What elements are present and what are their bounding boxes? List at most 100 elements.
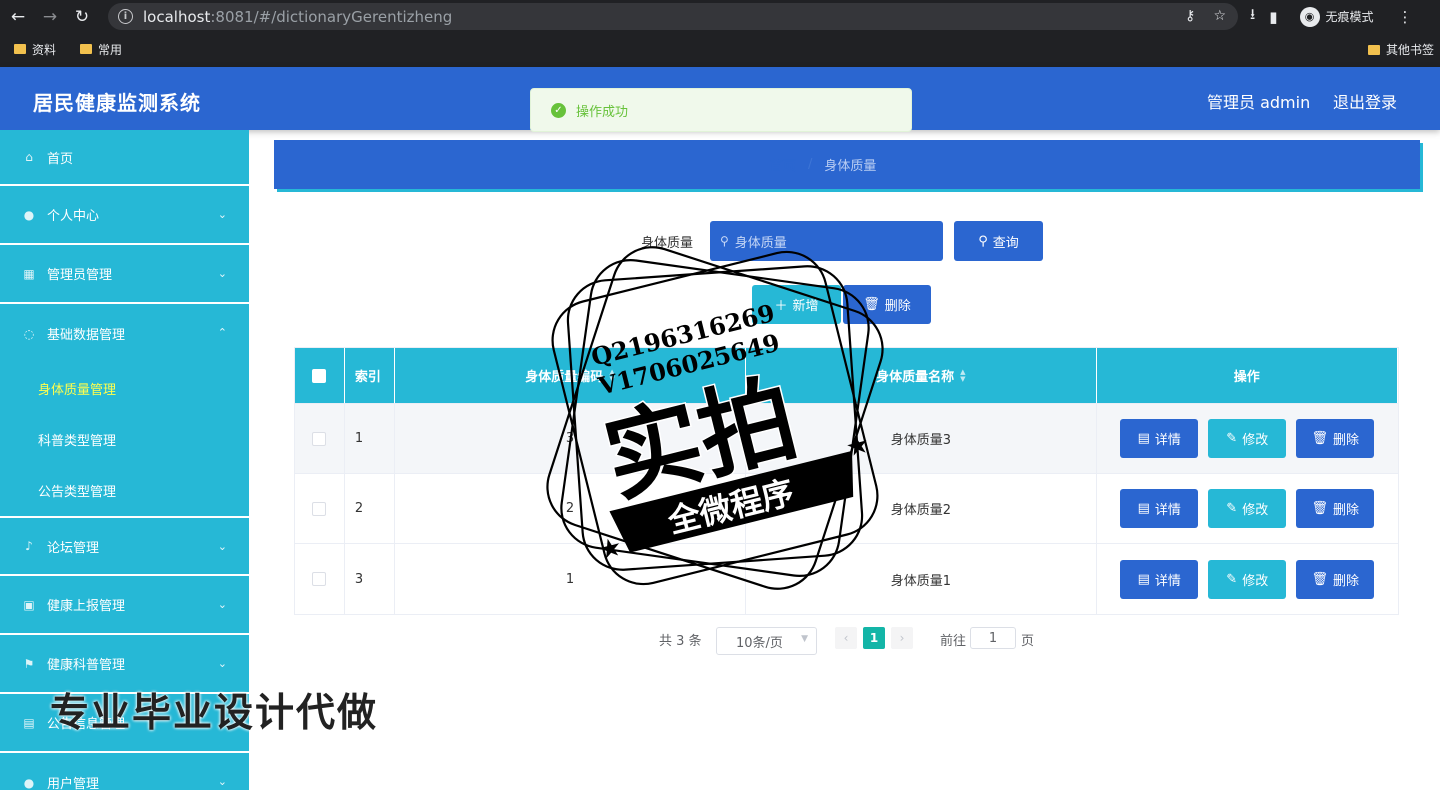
data-icon: ◌ xyxy=(23,326,35,341)
sidebar-subitem-science-type[interactable]: 科普类型管理 xyxy=(0,414,249,465)
sidebar-item-admins[interactable]: ▦ 管理员管理 ⌄ xyxy=(0,245,249,304)
table-row: 3 1 身体质量1 ▤ 详情 ✎ 修改 🗑 删除 xyxy=(295,544,1398,614)
edit-icon: ✎ xyxy=(1226,571,1238,587)
breadcrumb-home[interactable]: 首页 xyxy=(770,155,796,174)
folder-icon xyxy=(1367,44,1380,55)
column-header[interactable]: 身体质量名称 ▲ ▼ xyxy=(746,348,1097,403)
search-input[interactable]: ⚲ 身体质量 xyxy=(710,221,943,261)
bookmark-folder[interactable]: 常用 xyxy=(80,41,122,58)
sidebar-item-home[interactable]: ⌂ 首页 xyxy=(0,130,249,186)
star-icon[interactable]: ☆ xyxy=(1213,8,1226,24)
chevron-down-icon: ⌄ xyxy=(217,208,227,221)
check-icon: ✓ xyxy=(551,102,566,118)
browser-chrome: ← → ↻ i localhost:8081/#/dictionaryGeren… xyxy=(0,0,1440,67)
prev-page-icon[interactable]: ‹ xyxy=(835,627,857,649)
row-checkbox[interactable] xyxy=(312,431,327,446)
sidebar-item-users[interactable]: ● 用户管理 ⌄ xyxy=(0,753,249,812)
trash-icon: 🗑 xyxy=(1311,501,1329,516)
chevron-down-icon: ⌄ xyxy=(217,598,227,611)
goto-label: 前往 xyxy=(940,634,967,649)
flag-icon: ⚑ xyxy=(23,656,35,671)
menu-icon[interactable]: ⋮ xyxy=(1398,8,1413,26)
delete-button[interactable]: 🗑 删除 xyxy=(1296,489,1375,528)
column-header[interactable]: 身体质量编码 ▲ ▼ xyxy=(395,348,747,403)
success-toast: ✓ 操作成功 xyxy=(530,88,912,132)
trash-icon: 🗑 xyxy=(1311,431,1329,446)
address-bar[interactable]: i localhost:8081/#/dictionaryGerentizhen… xyxy=(108,3,1238,30)
incognito-badge[interactable]: ◉ 无痕模式 xyxy=(1299,6,1374,27)
row-checkbox[interactable] xyxy=(312,501,327,516)
key-icon[interactable]: ⚷ xyxy=(1185,8,1195,24)
forward-icon[interactable]: → xyxy=(36,3,64,31)
sort-icon[interactable]: ▲ ▼ xyxy=(960,368,965,383)
document-icon: ▤ xyxy=(1137,571,1150,587)
forum-icon: ♪ xyxy=(25,539,33,553)
sidebar-item-health-report[interactable]: ▣ 健康上报管理 ⌄ xyxy=(0,576,249,635)
trash-icon: 🗑 xyxy=(863,297,880,312)
sidebar-item-forum[interactable]: ♪ 论坛管理 ⌄ xyxy=(0,518,249,576)
logout-link[interactable]: 退出登录 xyxy=(1333,89,1397,113)
app-title: 居民健康监测系统 xyxy=(33,91,201,115)
sidebar: ⌂ 首页 ● 个人中心 ⌄ ▦ 管理员管理 ⌄ ◌ 基础数据管理 ⌃ 身体质量管理 科普类型管… xyxy=(0,130,249,792)
row-index: 3 xyxy=(345,544,395,614)
sidebar-subitem-notice-type[interactable]: 公告类型管理 xyxy=(0,465,249,516)
delete-button[interactable]: 🗑 删除 xyxy=(1296,559,1375,599)
url-text[interactable]: localhost:8081/#/dictionaryGerentizheng xyxy=(143,8,452,26)
row-name: 身体质量1 xyxy=(746,544,1097,614)
column-header: 索引 xyxy=(345,348,395,403)
home-icon: ⌂ xyxy=(25,150,33,164)
page-number[interactable]: 1 xyxy=(863,627,885,649)
row-name: 身体质量2 xyxy=(746,474,1097,543)
delete-button[interactable]: 🗑 删除 xyxy=(1296,419,1375,458)
incognito-icon: ◉ xyxy=(1299,6,1320,27)
detail-button[interactable]: ▤ 详情 xyxy=(1120,489,1199,528)
submenu: 身体质量管理 科普类型管理 公告类型管理 xyxy=(0,363,249,518)
other-bookmarks[interactable]: 其他书签 xyxy=(1367,41,1434,58)
row-code: 2 xyxy=(395,474,747,543)
chevron-down-icon: ⌄ xyxy=(217,716,227,729)
row-code: 1 xyxy=(395,544,747,614)
edit-icon: ✎ xyxy=(1226,501,1238,516)
download-icon[interactable]: ⭳ xyxy=(1250,4,1255,29)
sidebar-item-profile[interactable]: ● 个人中心 ⌄ xyxy=(0,186,249,245)
sidebar-subitem-body-quality[interactable]: 身体质量管理 xyxy=(0,363,249,414)
edit-button[interactable]: ✎ 修改 xyxy=(1208,559,1287,599)
detail-button[interactable]: ▤ 详情 xyxy=(1120,559,1199,599)
row-name: 身体质量3 xyxy=(746,404,1097,473)
pagination-total: 共 3 条 xyxy=(659,634,702,649)
edit-icon: ✎ xyxy=(1226,431,1238,446)
query-button[interactable]: ⚲ 查询 xyxy=(954,221,1043,261)
chevron-up-icon: ⌃ xyxy=(217,326,227,339)
sidebar-item-health-science[interactable]: ⚑ 健康科普管理 ⌄ xyxy=(0,635,249,694)
select-all-checkbox[interactable] xyxy=(312,368,327,383)
add-button[interactable]: ＋新增 xyxy=(752,285,841,324)
sort-icon[interactable]: ▲ ▼ xyxy=(609,368,614,383)
sidebar-item-basic-data[interactable]: ◌ 基础数据管理 ⌃ xyxy=(0,304,249,363)
page-suffix: 页 xyxy=(1021,634,1035,649)
reload-icon[interactable]: ↻ xyxy=(68,3,96,31)
bulk-delete-button[interactable]: 🗑 删除 xyxy=(843,285,931,324)
chevron-down-icon: ▼ xyxy=(801,634,808,644)
row-checkbox[interactable] xyxy=(312,572,327,586)
users-icon: ● xyxy=(23,775,35,790)
page-size-select[interactable]: 10条/页 ▼ xyxy=(716,627,817,655)
report-icon: ▣ xyxy=(23,597,35,612)
next-page-icon[interactable]: › xyxy=(891,627,913,649)
edit-button[interactable]: ✎ 修改 xyxy=(1208,419,1287,458)
row-index: 2 xyxy=(345,474,395,543)
edit-button[interactable]: ✎ 修改 xyxy=(1208,489,1287,528)
sidebar-item-notices[interactable]: ▤ 公告信息管理 ⌄ xyxy=(0,694,249,753)
chevron-down-icon: ⌄ xyxy=(217,540,227,553)
site-info-icon[interactable]: i xyxy=(118,9,133,24)
chevron-down-icon: ⌄ xyxy=(217,267,227,280)
breadcrumb-current: 身体质量 xyxy=(824,159,877,174)
plus-icon: ＋ xyxy=(774,299,788,314)
bookmark-folder[interactable]: 资料 xyxy=(14,41,56,58)
document-icon: ▤ xyxy=(1137,501,1150,516)
sidepanel-icon[interactable]: ▮ xyxy=(1269,8,1277,26)
column-header: 操作 xyxy=(1097,348,1398,403)
data-table: 索引 身体质量编码 ▲ ▼ 身体质量名称 ▲ ▼ 操作 1 3 身体质量3 ▤ 详情 ✎ 修… xyxy=(294,347,1399,615)
detail-button[interactable]: ▤ 详情 xyxy=(1120,419,1199,458)
back-icon[interactable]: ← xyxy=(4,3,32,31)
goto-page-input[interactable]: 1 xyxy=(970,627,1016,649)
